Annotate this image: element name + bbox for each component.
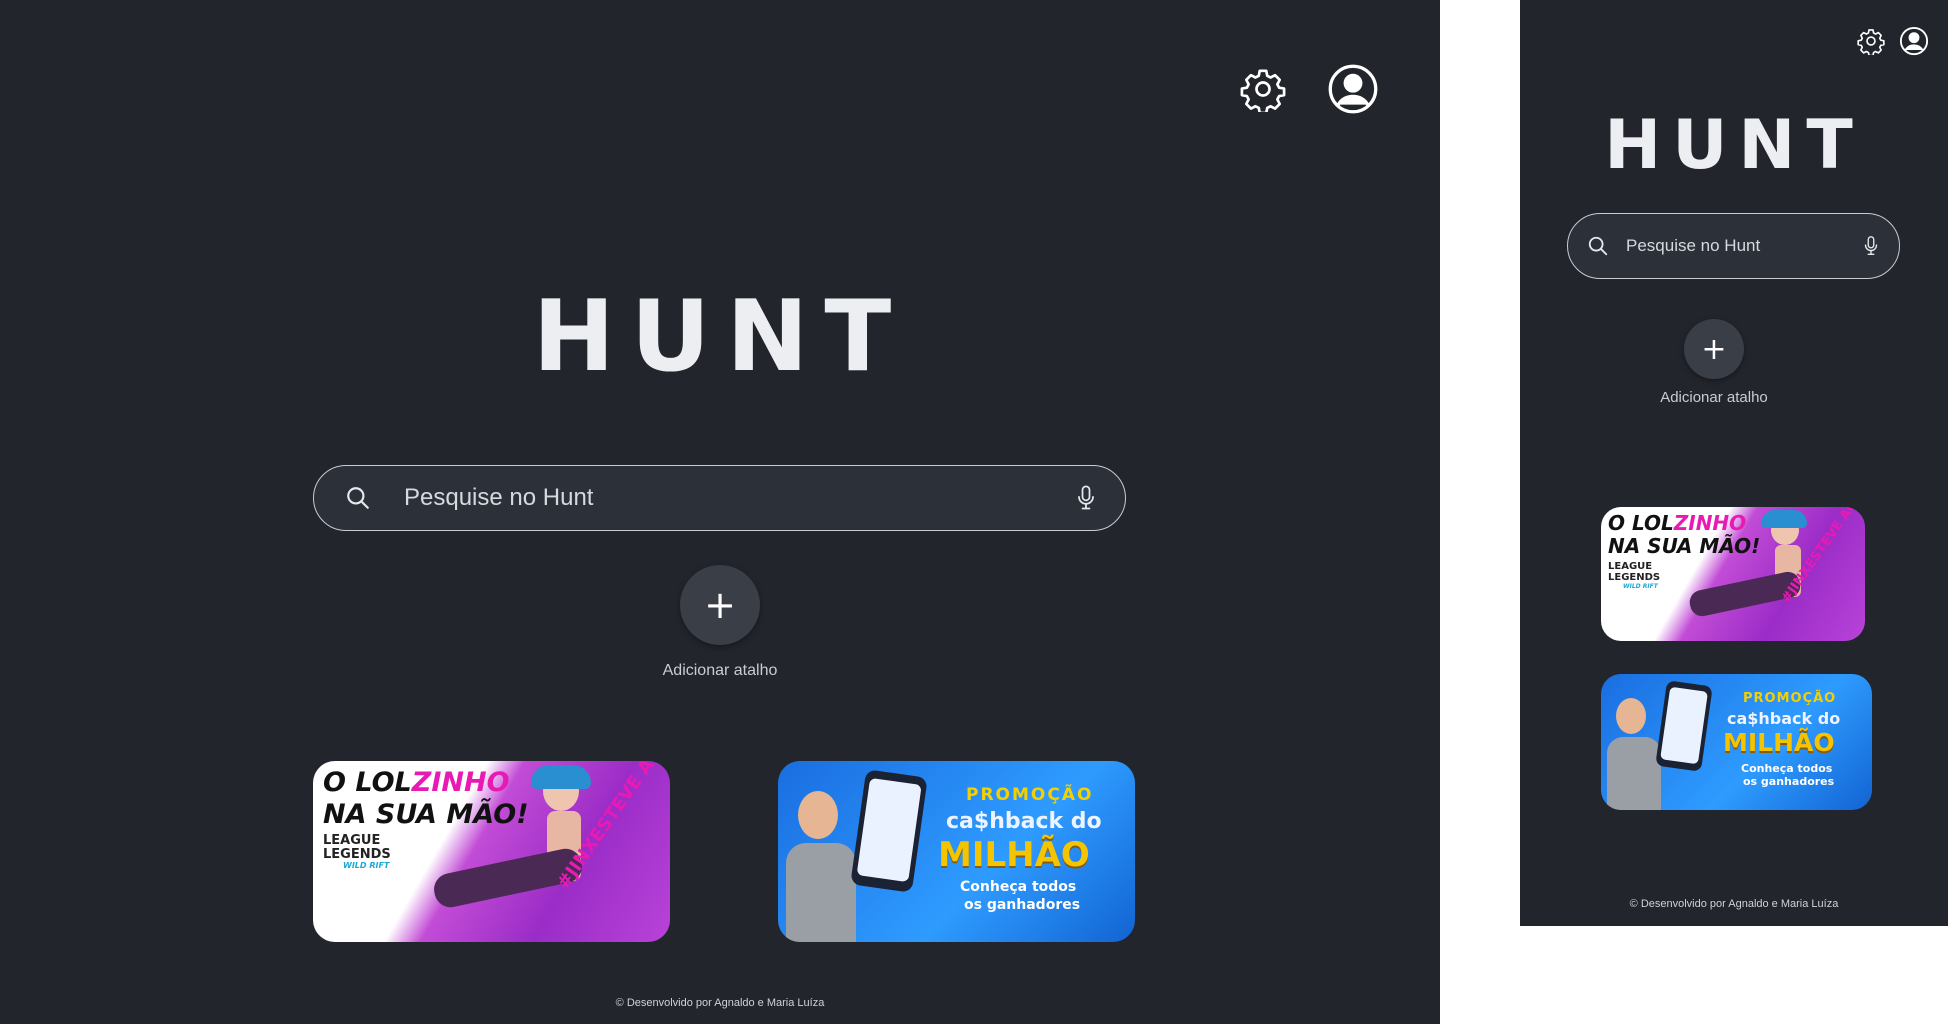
gear-icon xyxy=(1857,29,1885,55)
add-shortcut-label-mobile: Adicionar atalho xyxy=(1660,389,1768,406)
search-icon xyxy=(1580,235,1616,257)
add-shortcut: + Adicionar atalho xyxy=(620,565,820,680)
presenter-figure xyxy=(786,791,856,942)
settings-button[interactable] xyxy=(1238,64,1288,114)
lol-brand3: WILD RIFT xyxy=(1623,583,1658,590)
search-bar[interactable] xyxy=(313,465,1126,531)
account-button[interactable] xyxy=(1326,62,1380,116)
add-shortcut-mobile: + Adicionar atalho xyxy=(1614,319,1814,406)
lol-brand2: LEGENDS xyxy=(1608,572,1661,583)
lol-brand3: WILD RIFT xyxy=(343,861,390,870)
search-bar-mobile[interactable] xyxy=(1567,213,1900,279)
lol-line1b: ZINHO xyxy=(1673,511,1747,535)
promo-sub1: Conheça todos xyxy=(960,879,1077,895)
promo-sub2: os ganhadores xyxy=(1743,775,1835,788)
lol-line1a: O LOL xyxy=(1608,511,1674,535)
lol-line1b: ZINHO xyxy=(411,767,510,798)
mic-icon[interactable] xyxy=(1853,235,1889,257)
footer-credits-mobile: © Desenvolvido por Agnaldo e Maria Luíza xyxy=(1629,898,1839,910)
phone-figure xyxy=(850,769,928,893)
lol-line2: NA SUA MÃO! xyxy=(1608,534,1761,558)
desktop-view: HUNT + Adicionar atalho O LOLZINHO NA SU… xyxy=(0,0,1440,1024)
lol-brand2: LEGENDS xyxy=(323,847,391,862)
promo-title: PROMOÇÃO xyxy=(966,785,1094,805)
user-circle-icon xyxy=(1899,26,1929,56)
promo-cashback: ca$hback do xyxy=(1727,709,1841,728)
gear-icon xyxy=(1240,69,1286,112)
promo-cashback: ca$hback do xyxy=(946,809,1102,834)
promo-milhao: MILHÃO xyxy=(938,835,1090,875)
cashback-banner[interactable]: PROMOÇÃO ca$hback do MILHÃO Conheça todo… xyxy=(778,761,1135,942)
add-shortcut-button-mobile[interactable]: + xyxy=(1684,319,1744,379)
lol-line1a: O LOL xyxy=(323,767,412,798)
settings-button-mobile[interactable] xyxy=(1856,26,1886,56)
search-input-mobile[interactable] xyxy=(1624,235,1853,257)
presenter-figure xyxy=(1607,698,1661,810)
promo-title: PROMOÇÃO xyxy=(1743,691,1837,706)
promo-sub2: os ganhadores xyxy=(964,897,1081,913)
account-button-mobile[interactable] xyxy=(1898,25,1930,57)
hunt-logo-mobile: HUNT xyxy=(1604,106,1864,185)
lol-brand1: LEAGUE xyxy=(323,833,381,848)
promo-sub1: Conheça todos xyxy=(1741,762,1833,775)
mic-icon[interactable] xyxy=(1061,484,1111,512)
hunt-logo: HUNT xyxy=(532,280,908,394)
add-shortcut-label: Adicionar atalho xyxy=(662,662,778,679)
lol-banner[interactable]: O LOLZINHO NA SUA MÃO! LEAGUE LEGENDS WI… xyxy=(313,761,670,942)
search-icon xyxy=(328,485,388,511)
lol-brand1: LEAGUE xyxy=(1608,561,1653,572)
promo-milhao: MILHÃO xyxy=(1723,728,1835,757)
mobile-view: HUNT + Adicionar atalho O LOLZINHO NA SU… xyxy=(1520,0,1948,926)
search-input[interactable] xyxy=(402,483,1061,513)
cashback-banner-mobile[interactable]: PROMOÇÃO ca$hback do MILHÃO Conheça todo… xyxy=(1601,674,1872,810)
jinx-figure xyxy=(1687,507,1829,641)
lol-line2: NA SUA MÃO! xyxy=(323,799,529,830)
phone-figure xyxy=(1655,680,1713,772)
user-circle-icon xyxy=(1328,64,1378,114)
add-shortcut-button[interactable]: + xyxy=(680,565,760,645)
lol-banner-mobile[interactable]: O LOLZINHO NA SUA MÃO! LEAGUE LEGENDS WI… xyxy=(1601,507,1865,641)
footer-credits: © Desenvolvido por Agnaldo e Maria Luíza xyxy=(615,997,825,1009)
